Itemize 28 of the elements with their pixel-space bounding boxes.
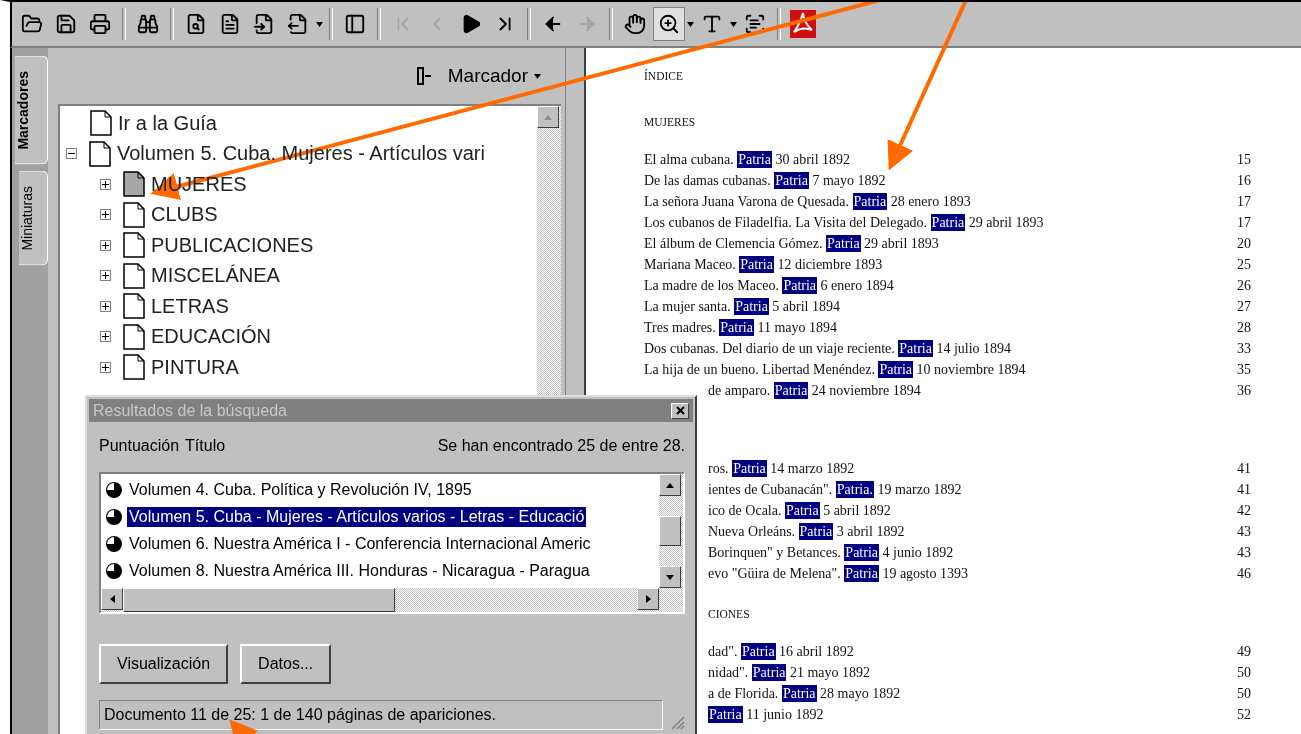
page-number: 25	[1237, 256, 1251, 274]
page-number: 17	[1237, 214, 1251, 232]
page-number: 35	[1237, 361, 1251, 379]
results-summary: Se han encontrado 25 de entre 28.	[437, 437, 685, 455]
page-number: 50	[1237, 664, 1251, 682]
section-heading: MUJERES	[644, 116, 696, 128]
page-number: 28	[1237, 319, 1251, 337]
page-number: 50	[1237, 685, 1251, 703]
section-heading: CIONES	[708, 608, 750, 620]
page-number: 15	[1237, 151, 1251, 169]
page-number: 49	[1237, 643, 1251, 661]
page-number: 20	[1237, 235, 1251, 253]
page-number: 52	[1237, 706, 1251, 724]
status-field: Documento 11 de 25: 1 de 140 páginas de apariciones.	[99, 700, 663, 730]
page-number: 16	[1237, 172, 1251, 190]
dialog-title: Resultados de la búsqueda	[93, 401, 287, 420]
page-number: 42	[1237, 502, 1251, 520]
page-number: 43	[1237, 523, 1251, 541]
index-title: ÍNDICE	[644, 70, 683, 82]
page-number: 41	[1237, 481, 1251, 499]
page-number: 33	[1237, 340, 1251, 358]
page-number: 27	[1237, 298, 1251, 316]
page-number: 46	[1237, 565, 1251, 583]
page-number: 26	[1237, 277, 1251, 295]
page-number: 36	[1237, 382, 1251, 400]
page-number: 43	[1237, 544, 1251, 562]
page-number: 41	[1237, 460, 1251, 478]
page-number: 17	[1237, 193, 1251, 211]
